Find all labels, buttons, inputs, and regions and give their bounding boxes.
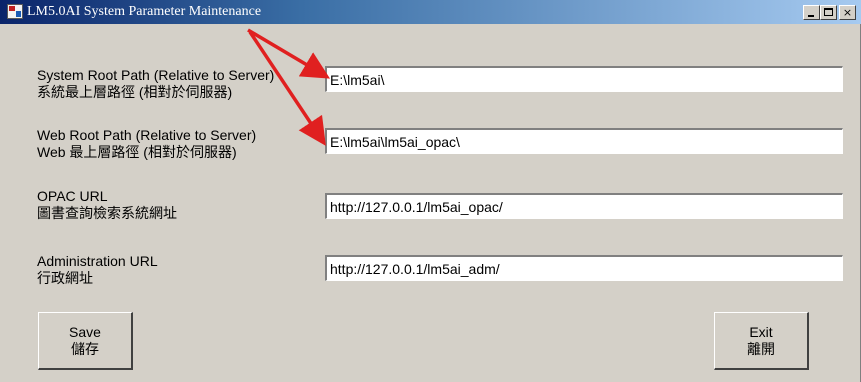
- minimize-icon: [808, 15, 814, 17]
- web-root-label-zh: Web 最上層路徑 (相對於伺服器): [37, 144, 237, 160]
- system-root-label-zh: 系統最上層路徑 (相對於伺服器): [37, 84, 233, 100]
- admin-url-label-zh: 行政網址: [37, 270, 93, 286]
- web-root-label-en: Web Root Path (Relative to Server): [37, 127, 257, 143]
- window-title: LM5.0AI System Parameter Maintenance: [27, 4, 262, 19]
- save-button-label-zh: 儲存: [71, 341, 99, 357]
- system-root-label: System Root Path (Relative to Server) 系統…: [37, 67, 274, 101]
- maximize-icon: [824, 8, 833, 16]
- close-button[interactable]: ×: [839, 5, 856, 20]
- app-icon[interactable]: [7, 4, 23, 19]
- opac-url-label-en: OPAC URL: [37, 188, 108, 204]
- opac-url-label: OPAC URL 圖書查詢檢索系統網址: [37, 188, 177, 222]
- admin-url-label-en: Administration URL: [37, 253, 158, 269]
- opac-url-input[interactable]: [325, 193, 843, 219]
- system-parameter-window: LM5.0AI System Parameter Maintenance × S…: [0, 0, 861, 382]
- close-icon: ×: [842, 6, 853, 19]
- exit-button[interactable]: Exit 離開: [714, 312, 809, 370]
- save-button[interactable]: Save 儲存: [38, 312, 133, 370]
- system-root-path-input[interactable]: [325, 66, 843, 92]
- system-root-label-en: System Root Path (Relative to Server): [37, 67, 275, 83]
- minimize-button[interactable]: [803, 5, 820, 20]
- exit-button-label-en: Exit: [749, 324, 773, 340]
- web-root-label: Web Root Path (Relative to Server) Web 最…: [37, 127, 256, 161]
- exit-button-label-zh: 離開: [747, 341, 775, 357]
- admin-url-label: Administration URL 行政網址: [37, 253, 158, 287]
- maximize-button[interactable]: [820, 5, 837, 20]
- title-bar[interactable]: LM5.0AI System Parameter Maintenance ×: [0, 0, 861, 24]
- admin-url-input[interactable]: [325, 255, 843, 281]
- web-root-path-input[interactable]: [325, 128, 843, 154]
- save-button-label-en: Save: [69, 324, 101, 340]
- opac-url-label-zh: 圖書查詢檢索系統網址: [37, 205, 177, 221]
